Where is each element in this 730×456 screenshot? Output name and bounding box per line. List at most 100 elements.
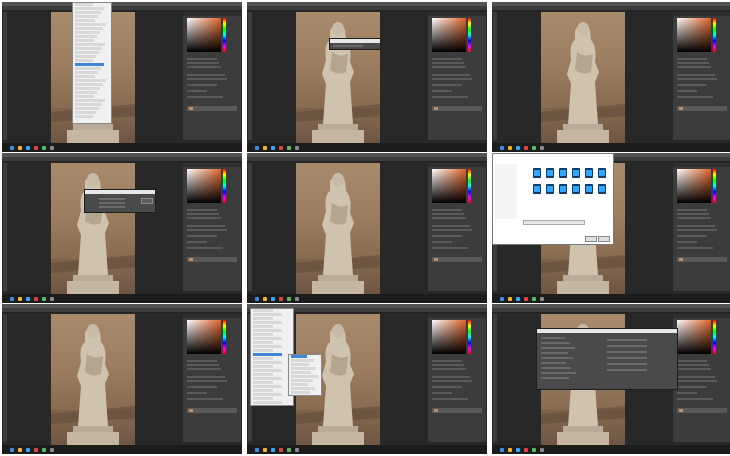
preference-value[interactable]: [607, 357, 647, 359]
menu-item[interactable]: [75, 87, 100, 90]
menu-item[interactable]: [291, 371, 311, 374]
taskbar-app-icon[interactable]: [42, 448, 46, 452]
layer-row[interactable]: [187, 257, 237, 262]
photoshop-file-icon[interactable]: [559, 168, 567, 178]
preference-option[interactable]: [541, 347, 575, 349]
menu-item[interactable]: [253, 353, 282, 356]
menu-item[interactable]: [291, 375, 318, 378]
panel-tabs[interactable]: [428, 314, 486, 318]
menu-item[interactable]: [253, 389, 273, 392]
menu-item[interactable]: [75, 107, 99, 110]
taskbar-app-icon[interactable]: [508, 297, 512, 301]
taskbar-app-icon[interactable]: [508, 146, 512, 150]
menu-item[interactable]: [75, 7, 104, 10]
menu-item[interactable]: [75, 59, 93, 62]
hue-slider[interactable]: [468, 169, 471, 203]
taskbar-app-icon[interactable]: [500, 448, 504, 452]
menu-item[interactable]: [75, 115, 93, 118]
menu-item[interactable]: [75, 43, 105, 46]
taskbar-app-icon[interactable]: [50, 146, 54, 150]
hue-slider[interactable]: [713, 320, 716, 354]
menu-item[interactable]: [291, 391, 310, 394]
panel-tabs[interactable]: [183, 12, 241, 16]
panel-tabs[interactable]: [428, 163, 486, 167]
submenu[interactable]: [288, 354, 322, 396]
layer-row[interactable]: [677, 106, 727, 111]
taskbar-app-icon[interactable]: [524, 297, 528, 301]
taskbar-app-icon[interactable]: [18, 146, 22, 150]
preference-option[interactable]: [541, 362, 566, 364]
photoshop-file-icon[interactable]: [546, 168, 554, 178]
hue-slider[interactable]: [223, 169, 226, 203]
color-picker[interactable]: [677, 320, 711, 354]
taskbar-app-icon[interactable]: [540, 297, 544, 301]
setting-row[interactable]: [99, 202, 125, 204]
menu-item[interactable]: [291, 379, 313, 382]
taskbar-app-icon[interactable]: [10, 297, 14, 301]
taskbar-app-icon[interactable]: [255, 146, 259, 150]
menu-item[interactable]: [75, 67, 101, 70]
menu-item[interactable]: [253, 325, 273, 328]
layer-row[interactable]: [432, 106, 482, 111]
input-field[interactable]: [333, 45, 363, 47]
menu-item[interactable]: [75, 63, 104, 66]
preference-option[interactable]: [541, 352, 568, 354]
photoshop-file-icon[interactable]: [598, 168, 606, 178]
tools-panel[interactable]: [493, 314, 497, 442]
color-picker[interactable]: [432, 18, 466, 52]
menu-item[interactable]: [253, 397, 273, 400]
taskbar-app-icon[interactable]: [524, 146, 528, 150]
taskbar-app-icon[interactable]: [263, 297, 267, 301]
menu-item[interactable]: [253, 369, 282, 372]
menu-item[interactable]: [75, 75, 95, 78]
file-name-input[interactable]: [523, 220, 585, 225]
taskbar-app-icon[interactable]: [287, 297, 291, 301]
dropdown-menu[interactable]: [72, 2, 112, 124]
menu-item[interactable]: [75, 71, 98, 74]
menu-item[interactable]: [291, 363, 309, 366]
menu-item[interactable]: [253, 349, 273, 352]
photoshop-file-icon[interactable]: [598, 184, 606, 194]
ok-button[interactable]: [141, 198, 153, 204]
menu-item[interactable]: [291, 359, 314, 362]
taskbar-app-icon[interactable]: [540, 448, 544, 452]
hue-slider[interactable]: [223, 18, 226, 52]
color-picker[interactable]: [677, 18, 711, 52]
taskbar-app-icon[interactable]: [532, 146, 536, 150]
layer-row[interactable]: [187, 408, 237, 413]
preference-option[interactable]: [541, 377, 569, 379]
photoshop-file-icon[interactable]: [546, 184, 554, 194]
hue-slider[interactable]: [468, 18, 471, 52]
preference-value[interactable]: [607, 369, 647, 371]
layer-row[interactable]: [432, 257, 482, 262]
menu-item[interactable]: [75, 95, 94, 98]
menu-item[interactable]: [253, 373, 273, 376]
taskbar-app-icon[interactable]: [524, 448, 528, 452]
menu-item[interactable]: [75, 47, 102, 50]
menu-item[interactable]: [75, 11, 101, 14]
preference-value[interactable]: [607, 345, 647, 347]
taskbar-app-icon[interactable]: [263, 146, 267, 150]
menu-item[interactable]: [253, 361, 282, 364]
cancel-button[interactable]: [598, 236, 610, 242]
menu-item[interactable]: [75, 15, 98, 18]
menu-item[interactable]: [253, 321, 282, 324]
menu-item[interactable]: [75, 55, 96, 58]
taskbar-app-icon[interactable]: [295, 297, 299, 301]
setting-row[interactable]: [99, 206, 125, 208]
taskbar-app-icon[interactable]: [508, 448, 512, 452]
taskbar-app-icon[interactable]: [287, 448, 291, 452]
taskbar-app-icon[interactable]: [34, 297, 38, 301]
setting-row[interactable]: [99, 198, 125, 200]
tools-panel[interactable]: [3, 12, 7, 140]
taskbar-app-icon[interactable]: [271, 297, 275, 301]
taskbar-app-icon[interactable]: [540, 146, 544, 150]
menu-item[interactable]: [75, 35, 97, 38]
color-picker[interactable]: [187, 18, 221, 52]
photoshop-file-icon[interactable]: [585, 184, 593, 194]
menu-item[interactable]: [253, 337, 282, 340]
menu-item[interactable]: [253, 357, 273, 360]
taskbar-app-icon[interactable]: [42, 146, 46, 150]
taskbar-app-icon[interactable]: [34, 448, 38, 452]
taskbar-app-icon[interactable]: [516, 448, 520, 452]
